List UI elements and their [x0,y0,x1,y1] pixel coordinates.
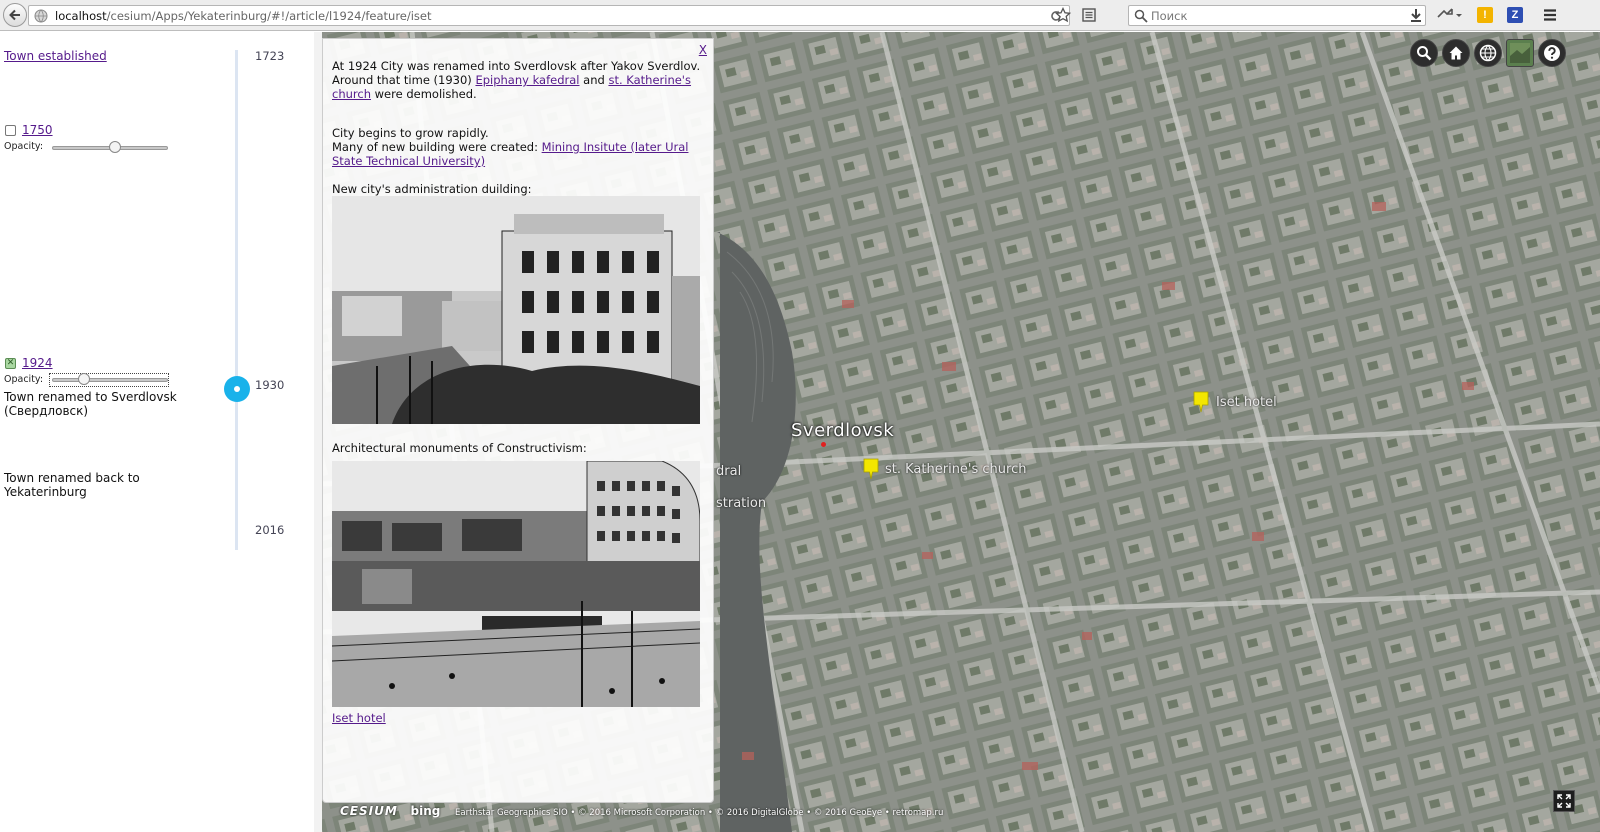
search-icon [1417,46,1432,61]
layer-1924-checkbox[interactable]: ✕ [5,358,16,369]
map-side-label-1: dral [716,464,742,479]
constructivism-photo [332,461,700,707]
layer-1750-opacity-thumb[interactable] [109,141,121,153]
bookmark-star-icon[interactable] [1055,7,1071,23]
panel-divider [314,32,322,832]
layer-1924-link[interactable]: 1924 [22,356,53,370]
timeline-rail [235,50,238,550]
city-center-dot [821,442,826,447]
timeline-panel: Town established 1723 1930 2016 1750 Opa… [0,32,322,832]
url-host: localhost [55,9,107,23]
article-paragraph-3: New city's administration duilding: [332,182,532,196]
timeline-year-start: 1723 [255,49,285,63]
timeline-year-current: 1930 [255,378,285,392]
fullscreen-icon [1557,794,1571,808]
menu-icon[interactable] [1542,7,1558,23]
base-layer-icon [1510,43,1530,63]
home-icon [1449,46,1463,60]
map-pin-church-label[interactable]: st. Katherine's church [885,462,1026,477]
map-base-layer-button[interactable] [1506,39,1534,67]
article-close-button[interactable]: X [699,43,707,57]
extension-icon[interactable] [1436,7,1462,23]
map-city-label: Sverdlovsk [791,420,895,441]
timeline-current-marker[interactable] [224,376,250,402]
map-help-button[interactable] [1538,39,1566,67]
article-p1-and: and [583,73,605,87]
map-pin-iset-hotel[interactable] [1193,391,1209,413]
site-info-icon[interactable] [34,9,48,23]
article-p1-end: were demolished. [374,87,477,101]
town-established-link[interactable]: Town established [4,49,107,63]
article-paragraph-4: Architectural monuments of Constructivis… [332,441,587,455]
reading-list-icon[interactable] [1081,7,1097,23]
cesium-logo[interactable]: CESIUM [340,804,398,818]
layer-1750-opacity-label: Opacity: [4,141,44,152]
back-button[interactable] [3,3,27,27]
article-paragraph-1: At 1924 City was renamed into Sverdlovsk… [332,59,704,101]
layer-1924-opacity-slider[interactable] [52,378,168,382]
browser-toolbar: localhost/cesium/Apps/Yekaterinburg/#!/a… [0,0,1600,31]
map-credits-text: Earthstar Geographics SIO • © 2016 Micro… [455,808,944,818]
url-path: /cesium/Apps/Yekaterinburg/#!/article/l1… [106,9,432,23]
map-pin-church[interactable] [863,458,879,480]
map-home-button[interactable] [1442,39,1470,67]
epiphany-kafedral-link[interactable]: Epiphany kafedral [475,73,579,87]
z-addon-icon[interactable]: Z [1507,7,1523,23]
download-icon[interactable] [1408,7,1424,23]
article-panel: X At 1924 City was renamed into Sverdlov… [322,38,714,803]
map-search-button[interactable] [1410,39,1438,67]
notes-addon-icon[interactable]: ! [1477,7,1493,23]
layer-1750-checkbox[interactable] [5,125,16,136]
layer-1750-link[interactable]: 1750 [22,123,53,137]
administration-building-photo [332,196,700,424]
bing-logo[interactable]: bing [411,804,441,818]
fullscreen-button[interactable] [1553,790,1575,812]
article-paragraph-2: City begins to grow rapidly. Many of new… [332,126,704,168]
address-bar[interactable]: localhost/cesium/Apps/Yekaterinburg/#!/a… [28,5,1070,26]
layer-1924-opacity-thumb[interactable] [78,373,90,385]
layer-1924-opacity-label: Opacity: [4,374,44,385]
timeline-year-end: 2016 [255,523,285,537]
url-text: localhost/cesium/Apps/Yekaterinburg/#!/a… [55,9,432,23]
article-p2-line2: Many of new building were created: [332,140,538,154]
search-placeholder: Поиск [1151,9,1188,23]
map-credits: CESIUM bing Earthstar Geographics SIO • … [322,804,943,820]
map-scene-mode-button[interactable] [1474,39,1502,67]
map-pin-iset-hotel-label[interactable]: Iset hotel [1216,395,1277,410]
globe-icon [1479,44,1497,62]
search-icon [1134,9,1148,23]
back-arrow-icon [9,9,20,21]
iset-hotel-link[interactable]: Iset hotel [332,711,386,725]
map-side-label-2: stration [716,496,767,511]
article-p2-line1: City begins to grow rapidly. [332,126,489,140]
event-renamed-back: Town renamed back to Yekaterinburg [4,471,140,499]
search-bar[interactable]: Поиск [1128,5,1426,26]
event-renamed-sverdlovsk: Town renamed to Sverdlovsk (Свердловск) [4,390,177,418]
help-icon [1544,45,1560,61]
